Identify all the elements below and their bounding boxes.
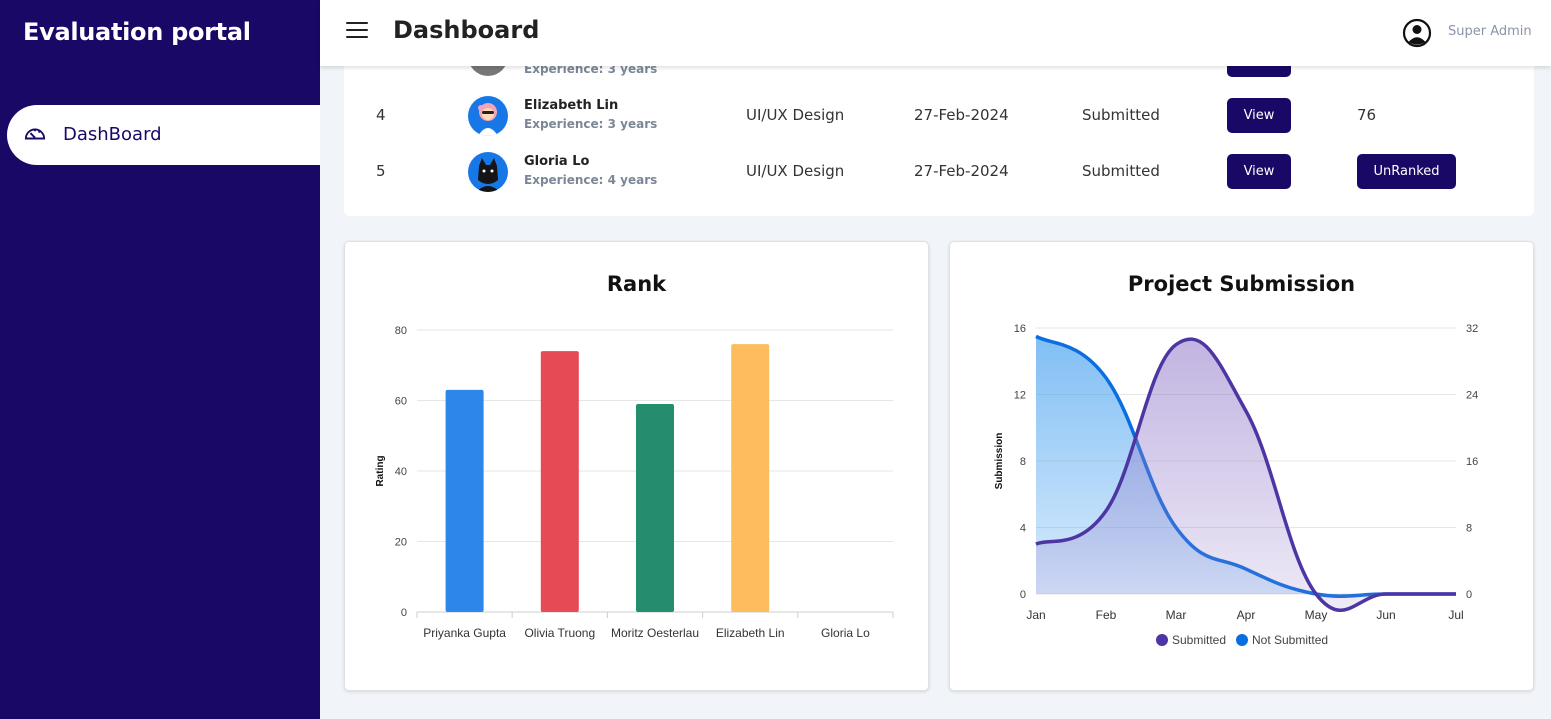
y-tick-label: 20 xyxy=(395,537,407,549)
y-tick-label-right: 16 xyxy=(1466,456,1478,468)
bar xyxy=(636,404,674,612)
bar xyxy=(540,351,579,612)
y-tick-label-left: 16 xyxy=(1014,323,1026,335)
rank-value: 76 xyxy=(1357,106,1377,124)
legend-marker xyxy=(1236,634,1248,646)
x-tick-label: Mar xyxy=(1166,608,1187,622)
candidate-experience: Experience: 3 years xyxy=(524,117,658,131)
unranked-button[interactable]: UnRanked xyxy=(1357,154,1456,189)
x-tick-label: Jul xyxy=(1448,608,1463,622)
y-tick-label: 60 xyxy=(395,396,407,408)
candidate-name: Gloria Lo xyxy=(524,154,590,169)
avatar xyxy=(468,96,508,136)
y-axis-label: Submission xyxy=(994,433,1005,490)
view-button[interactable]: View xyxy=(1227,154,1291,189)
y-axis-label: Rating xyxy=(375,455,386,486)
submission-area-chart: 0 0 4 8 8 16 12 24 16 32 Jan Feb Mar Apr May Jun Jul Subm… xyxy=(994,323,1478,647)
submission-date: 27-Feb-2024 xyxy=(914,106,1009,124)
brand-title: Evaluation portal xyxy=(23,18,251,46)
sidebar-item-dashboard[interactable]: DashBoard xyxy=(7,105,320,165)
table-row: 4 Elizabeth Lin Experience: 3 years UI/U… xyxy=(344,88,1534,140)
submission-date: 27-Feb-2024 xyxy=(914,162,1009,180)
y-tick-label: 0 xyxy=(401,607,407,619)
table-row: 5 Gloria Lo Experience: 4 years UI/UX De… xyxy=(344,144,1534,196)
sidebar: Evaluation portal DashBoard xyxy=(0,0,320,719)
candidate-experience: Experience: 4 years xyxy=(524,173,658,187)
y-tick-label-left: 8 xyxy=(1020,456,1026,468)
page-title: Dashboard xyxy=(393,16,540,44)
submission-status: Submitted xyxy=(1082,106,1160,124)
x-tick-label: Apr xyxy=(1237,608,1256,622)
y-tick-label-left: 0 xyxy=(1020,589,1026,601)
user-circle-icon[interactable] xyxy=(1402,18,1432,48)
x-tick-label: Gloria Lo xyxy=(821,626,870,640)
row-index: 5 xyxy=(376,162,386,180)
y-tick-label-left: 12 xyxy=(1014,390,1026,402)
dashboard-gauge-icon xyxy=(24,128,46,140)
candidate-role: UI/UX Design xyxy=(746,162,845,180)
candidate-name: Elizabeth Lin xyxy=(524,98,619,113)
x-tick-label: Olivia Truong xyxy=(524,626,595,640)
x-tick-label: Elizabeth Lin xyxy=(716,626,785,640)
sidebar-item-label: DashBoard xyxy=(63,124,162,145)
avatar xyxy=(468,152,508,192)
rank-chart-card: Rank 0 20 40 60 80 Priyanka Gupta Olivia Truon… xyxy=(344,241,929,691)
y-tick-label-right: 8 xyxy=(1466,523,1472,535)
x-tick-label: Jan xyxy=(1026,608,1045,622)
hamburger-menu-icon[interactable] xyxy=(346,22,368,40)
x-tick-label: Feb xyxy=(1096,608,1117,622)
x-tick-label: Priyanka Gupta xyxy=(423,626,506,640)
user-name[interactable]: Super Admin xyxy=(1448,24,1532,39)
rank-bar-chart: 0 20 40 60 80 Priyanka Gupta Olivia Truong Mori… xyxy=(375,325,894,640)
y-tick-label-right: 32 xyxy=(1466,323,1478,335)
bar xyxy=(445,389,484,612)
y-tick-label: 80 xyxy=(395,325,407,337)
candidate-role: UI/UX Design xyxy=(746,106,845,124)
bar xyxy=(731,344,770,612)
legend-label: Submitted xyxy=(1172,633,1226,647)
submission-status: Submitted xyxy=(1082,162,1160,180)
x-tick-label: Moritz Oesterlau xyxy=(611,626,699,640)
submission-chart-card: Project Submission 0 0 4 8 8 16 12 24 16 32 Jan Feb… xyxy=(949,241,1534,691)
legend-marker xyxy=(1156,634,1168,646)
view-button[interactable]: View xyxy=(1227,98,1291,133)
top-header: Dashboard Super Admin xyxy=(320,0,1551,66)
x-tick-label: Jun xyxy=(1376,608,1395,622)
y-tick-label-left: 4 xyxy=(1020,523,1026,535)
legend-label: Not Submitted xyxy=(1252,633,1328,647)
x-tick-label: May xyxy=(1305,608,1328,622)
y-tick-label: 40 xyxy=(395,466,407,478)
row-index: 4 xyxy=(376,106,386,124)
y-tick-label-right: 24 xyxy=(1466,390,1478,402)
y-tick-label-right: 0 xyxy=(1466,589,1472,601)
